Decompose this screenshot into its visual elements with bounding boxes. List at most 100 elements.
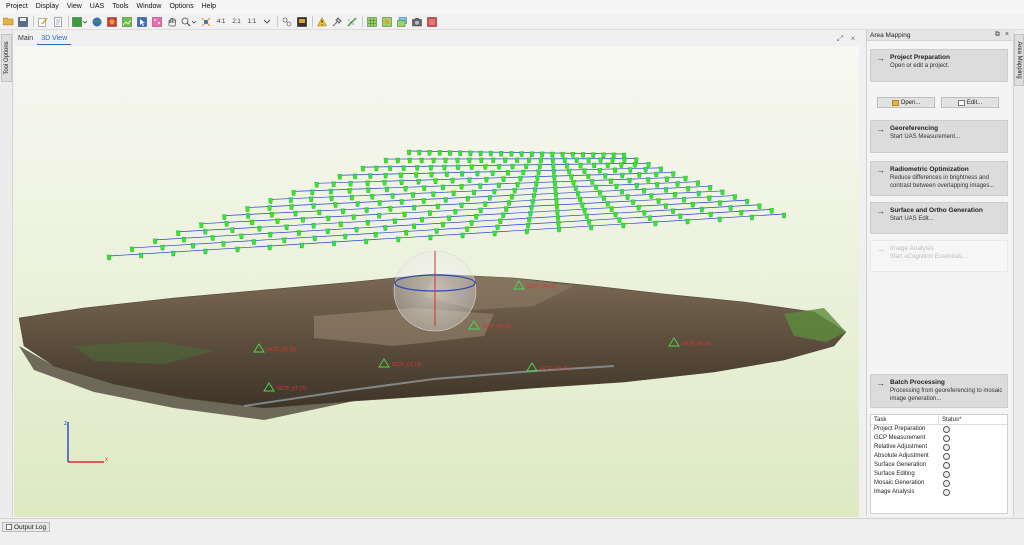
menu-window[interactable]: Window [133, 0, 166, 14]
zoom-4-1-button[interactable]: 4:1 [215, 16, 227, 28]
area-mapping-tab[interactable]: Area Mapping [1014, 34, 1024, 86]
arrow-right-icon: → [876, 124, 885, 134]
camera-position [505, 170, 511, 176]
camera-position [152, 238, 158, 244]
status-indicator-icon [943, 426, 950, 433]
menu-uas[interactable]: UAS [86, 0, 108, 14]
tab-3d-view[interactable]: 3D View [37, 32, 72, 45]
camera-position [354, 227, 359, 233]
chevron-down-icon[interactable] [261, 16, 273, 28]
camera-position [417, 149, 422, 156]
camera-position [531, 193, 537, 199]
camera-position [685, 218, 690, 225]
camera-position [554, 203, 560, 210]
measure-icon[interactable] [346, 16, 358, 28]
status-column-header[interactable]: Status* [939, 415, 961, 424]
camera-position [396, 236, 401, 243]
open-button[interactable]: Open... [877, 97, 935, 108]
menu-help[interactable]: Help [198, 0, 220, 14]
edit-icon[interactable] [37, 16, 49, 28]
save-icon[interactable] [17, 16, 29, 28]
tab-main[interactable]: Main [14, 32, 37, 45]
camera-position [550, 157, 556, 163]
camera-position [267, 244, 272, 251]
menu-tools[interactable]: Tools [108, 0, 132, 14]
camera-position [351, 214, 356, 220]
close-view-icon[interactable]: × [849, 35, 857, 43]
flight-line [108, 213, 785, 257]
3d-viewport[interactable]: GCP_04 (1) GCP_05 (2) GCP_01 (3) GCP_02 (4)… [14, 46, 859, 517]
crosshair-icon[interactable] [200, 16, 212, 28]
camera-position [605, 162, 610, 168]
layer-dropdown-icon[interactable] [72, 16, 88, 28]
close-panel-icon[interactable]: × [1005, 31, 1009, 39]
camera-position [566, 168, 572, 175]
grid-icon[interactable] [366, 16, 378, 28]
task-column-header[interactable]: Task [871, 415, 939, 424]
camera-position [515, 182, 520, 188]
gcp-label: GCP_07 (7) [277, 386, 307, 392]
menu-project[interactable]: Project [2, 0, 32, 14]
gcp-icon[interactable] [426, 16, 438, 28]
camera-position [628, 167, 633, 173]
globe-icon[interactable] [91, 16, 103, 28]
camera-position [617, 217, 622, 223]
camera-position [498, 151, 504, 157]
tool-icon[interactable] [331, 16, 343, 28]
log-icon [6, 524, 12, 530]
camera-position [325, 228, 330, 234]
edit-button[interactable]: Edit... [941, 97, 999, 108]
status-indicator-icon [943, 444, 950, 451]
image-stack-icon[interactable] [396, 16, 408, 28]
camera-position [317, 209, 322, 216]
camera-position [348, 181, 353, 187]
camera-position [641, 188, 647, 194]
camera-position [239, 233, 244, 239]
camera-position [282, 237, 287, 243]
document-icon[interactable] [52, 16, 64, 28]
georeferencing-card[interactable]: → Georeferencing Start UAS Measurement..… [870, 120, 1008, 153]
camera-position [637, 172, 642, 178]
camera-position [469, 164, 474, 170]
zoom-2-1-button[interactable]: 2:1 [230, 16, 242, 28]
output-log-button[interactable]: Output Log [2, 522, 51, 532]
warning-icon[interactable] [316, 16, 328, 28]
menu-options[interactable]: Options [165, 0, 197, 14]
camera-position [368, 173, 373, 179]
grid-alt-icon[interactable] [381, 16, 393, 28]
camera-position [592, 162, 597, 169]
float-panel-icon[interactable]: ⧉ [995, 31, 1000, 39]
gcp-label: GCP_06 (6) [682, 341, 712, 347]
pan-hand-icon[interactable] [166, 16, 178, 28]
camera-position [440, 184, 446, 191]
menu-view[interactable]: View [63, 0, 86, 14]
batch-processing-card[interactable]: → Batch Processing Processing from geore… [870, 374, 1008, 408]
camera-position [190, 243, 196, 249]
restore-view-icon[interactable]: ⤢ [836, 35, 844, 43]
point-cloud-icon[interactable] [151, 16, 163, 28]
open-folder-icon[interactable] [2, 16, 14, 28]
surface-ortho-generation-card[interactable]: → Surface and Ortho Generation Start UAS… [870, 202, 1008, 234]
camera-position [447, 150, 453, 156]
tool-options-tab[interactable]: Tool Options [1, 34, 12, 82]
radiometric-optimization-card[interactable]: → Radiometric Optimization Reduce differ… [870, 161, 1008, 196]
camera-position [646, 177, 651, 183]
zoom-1-1-button[interactable]: 1:1 [246, 16, 258, 28]
cursor-icon[interactable] [136, 16, 148, 28]
menu-display[interactable]: Display [32, 0, 63, 14]
camera-icon[interactable] [411, 16, 423, 28]
export-icon[interactable] [296, 16, 308, 28]
ortho-image-icon[interactable] [121, 16, 133, 28]
camera-position [586, 173, 591, 180]
zoom-dropdown-icon[interactable] [181, 16, 197, 28]
camera-position [608, 178, 614, 184]
camera-position [398, 172, 404, 178]
image-icon[interactable] [106, 16, 118, 28]
link-icon[interactable] [281, 16, 293, 28]
project-preparation-card[interactable]: → Project Preparation Open or edit a pro… [870, 49, 1008, 82]
card-subtitle: Processing from georeferencing to mosaic… [890, 388, 1003, 402]
flight-line [247, 185, 711, 208]
camera-position [249, 219, 255, 226]
camera-position [610, 157, 615, 163]
card-subtitle: Open or edit a project. [890, 63, 950, 69]
